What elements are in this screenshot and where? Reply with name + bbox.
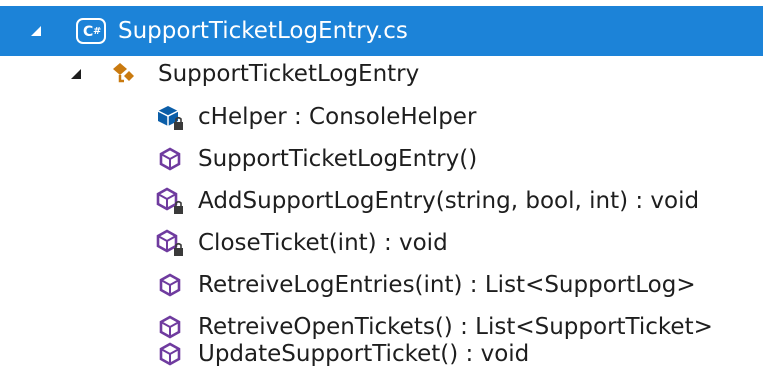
private-method-icon: [155, 228, 185, 258]
class-icon: [110, 59, 140, 89]
private-method-icon: [155, 186, 185, 216]
collapse-arrow-icon[interactable]: [71, 69, 81, 79]
collapse-arrow-icon[interactable]: [31, 26, 41, 36]
method-icon: [155, 270, 185, 300]
class-name-label: SupportTicketLogEntry: [158, 61, 420, 87]
file-name-label: SupportTicketLogEntry.cs: [118, 18, 408, 44]
private-field-icon: [155, 102, 185, 132]
svg-text:C: C: [83, 24, 93, 40]
method-icon: [155, 339, 185, 369]
svg-text:#: #: [93, 26, 101, 37]
member-label: cHelper : ConsoleHelper: [198, 104, 477, 130]
solution-explorer-tree: C # SupportTicketLogEntry.cs SupportTick…: [0, 0, 763, 379]
member-label: RetreiveLogEntries(int) : List<SupportLo…: [198, 272, 696, 298]
method-icon: [155, 144, 185, 174]
tree-item-member[interactable]: UpdateSupportTicket() : void: [0, 329, 763, 379]
member-label: CloseTicket(int) : void: [198, 230, 448, 256]
member-label: AddSupportLogEntry(string, bool, int) : …: [198, 188, 700, 214]
member-label: SupportTicketLogEntry(): [198, 146, 478, 172]
csharp-file-icon: C #: [76, 16, 106, 46]
member-label: UpdateSupportTicket() : void: [198, 341, 530, 367]
